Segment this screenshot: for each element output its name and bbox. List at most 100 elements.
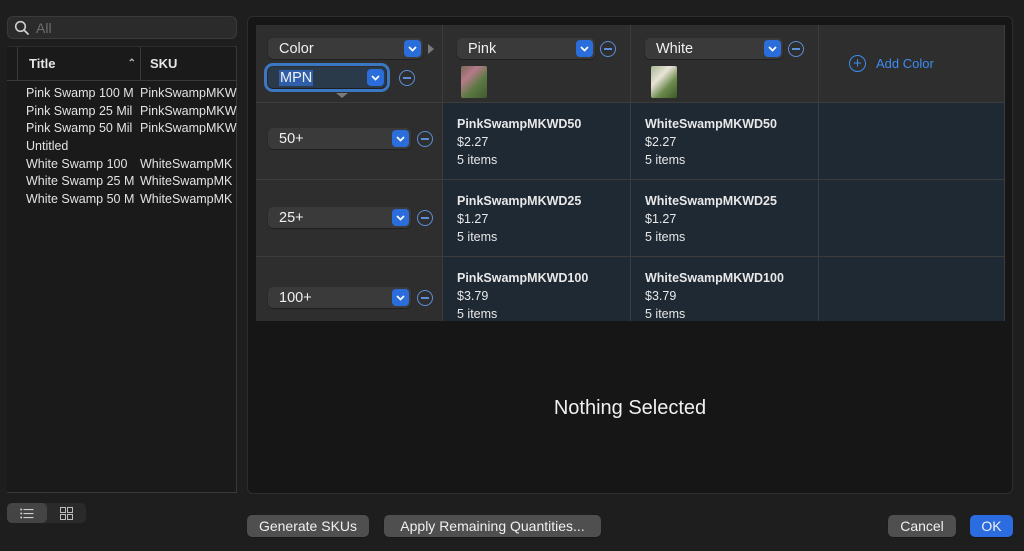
search-icon (14, 20, 29, 35)
generate-skus-button[interactable]: Generate SKUs (247, 515, 369, 537)
mpn-popup[interactable]: 50+ (268, 128, 411, 149)
variant-cell[interactable]: WhiteSwampMKWD100 $3.79 5 items (631, 257, 819, 321)
mpn-popup[interactable]: 100+ (268, 287, 411, 308)
variant-price: $2.27 (645, 135, 677, 149)
color-thumbnail-image[interactable] (461, 66, 487, 98)
plus-circle-icon: + (849, 55, 866, 72)
color-popup-pink[interactable]: Pink (457, 38, 595, 59)
list-item[interactable]: White Swamp 50 M WhiteSwampMK (26, 192, 237, 210)
column-direction-arrow-icon (428, 44, 434, 54)
add-color-button[interactable]: + Add Color (849, 55, 934, 72)
variant-sku: PinkSwampMKWD50 (457, 117, 582, 131)
item-sku: WhiteSwampMK (140, 192, 233, 207)
mpn-label: 50+ (279, 130, 304, 147)
variant-cell[interactable]: PinkSwampMKWD25 $1.27 5 items (443, 180, 631, 257)
list-item[interactable]: Pink Swamp 50 Mil PinkSwampMKW (26, 121, 237, 139)
row-attribute-popup[interactable]: MPN (264, 63, 390, 92)
variant-cell[interactable]: PinkSwampMKWD50 $2.27 5 items (443, 103, 631, 180)
chevron-down-icon (392, 130, 409, 147)
item-list[interactable]: Title ⌃ SKU Pink Swamp 100 M PinkSwampMKW… (7, 46, 237, 493)
column-header-pink: Pink (443, 25, 631, 103)
list-item[interactable]: Untitled (26, 139, 237, 157)
item-title: Pink Swamp 25 Mil (26, 103, 133, 118)
variant-cell[interactable]: WhiteSwampMKWD50 $2.27 5 items (631, 103, 819, 180)
empty-cell (819, 103, 1005, 180)
list-item[interactable]: Pink Swamp 100 M PinkSwampMKW (26, 86, 237, 104)
variant-matrix-panel: Color MPN Pink White + Add Color 50+ Pin… (247, 16, 1013, 494)
variant-sku: WhiteSwampMKWD100 (645, 271, 784, 285)
color-popup-white[interactable]: White (645, 38, 783, 59)
remove-row-button[interactable] (417, 210, 433, 226)
item-title: Untitled (26, 139, 69, 154)
item-title: Pink Swamp 50 Mil (26, 121, 133, 136)
search-field[interactable] (7, 16, 237, 39)
row-attribute-label: MPN (279, 69, 314, 86)
column-header-title-label: Title (29, 56, 56, 71)
view-mode-switch[interactable] (7, 503, 86, 523)
variant-cell[interactable]: PinkSwampMKWD100 $3.79 5 items (443, 257, 631, 321)
color-thumbnail-image[interactable] (651, 66, 677, 98)
remove-row-button[interactable] (417, 131, 433, 147)
remove-row-attribute-button[interactable] (399, 70, 415, 86)
column-header-title[interactable]: Title ⌃ (17, 47, 140, 80)
item-sku: PinkSwampMKW (140, 86, 237, 100)
column-header-white: White (631, 25, 819, 103)
mpn-popup[interactable]: 25+ (268, 207, 411, 228)
empty-cell (819, 180, 1005, 257)
remove-row-button[interactable] (417, 290, 433, 306)
variant-quantity: 5 items (457, 307, 498, 321)
column-header-sku[interactable]: SKU (140, 47, 177, 80)
column-attribute-popup[interactable]: Color (268, 38, 423, 59)
mpn-label: 25+ (279, 209, 304, 226)
add-column-cell: + Add Color (819, 25, 1005, 103)
chevron-down-icon (392, 209, 409, 226)
row-header-cell: 25+ (256, 180, 443, 257)
list-view-button[interactable] (7, 503, 47, 523)
search-input[interactable] (36, 19, 226, 36)
variant-price: $1.27 (645, 212, 677, 226)
item-sku: WhiteSwampMK (140, 174, 233, 189)
item-title: Pink Swamp 100 M (26, 86, 134, 100)
column-header-sku-label: SKU (150, 56, 178, 71)
variant-price: $1.27 (457, 212, 489, 226)
list-item[interactable]: Pink Swamp 25 Mil PinkSwampMKW (26, 104, 237, 122)
list-item[interactable]: White Swamp 100 WhiteSwampMK (26, 157, 237, 175)
list-icon (19, 508, 34, 518)
variant-quantity: 5 items (645, 230, 686, 244)
list-header: Title ⌃ SKU (7, 47, 236, 81)
column-attribute-label: Color (279, 40, 314, 57)
row-header-cell: 50+ (256, 103, 443, 180)
item-title: White Swamp 25 M (26, 174, 134, 189)
item-title: White Swamp 100 (26, 156, 128, 171)
cancel-button[interactable]: Cancel (888, 515, 956, 537)
remove-color-button[interactable] (600, 41, 616, 57)
chevron-down-icon (576, 40, 593, 57)
row-direction-arrow-icon (336, 93, 348, 98)
list-item[interactable]: White Swamp 25 M WhiteSwampMK (26, 174, 237, 192)
grid-icon (59, 506, 73, 520)
grid-view-button[interactable] (47, 503, 87, 523)
variant-grid: Color MPN Pink White + Add Color 50+ Pin… (256, 25, 1005, 321)
variant-price: $2.27 (457, 135, 489, 149)
remove-color-button[interactable] (788, 41, 804, 57)
empty-cell (819, 257, 1005, 321)
chevron-down-icon (392, 289, 409, 306)
item-sku: PinkSwampMKW (140, 103, 237, 118)
detail-empty-label: Nothing Selected (553, 397, 707, 419)
chevron-down-icon (367, 69, 384, 86)
variant-cell[interactable]: WhiteSwampMKWD25 $1.27 5 items (631, 180, 819, 257)
variant-price: $3.79 (457, 289, 489, 303)
list-rows: Pink Swamp 100 M PinkSwampMKW Pink Swamp … (26, 86, 237, 210)
variant-quantity: 5 items (645, 153, 686, 167)
ok-button[interactable]: OK (970, 515, 1013, 537)
add-color-label: Add Color (876, 56, 934, 71)
apply-remaining-quantities-button[interactable]: Apply Remaining Quantities... (384, 515, 601, 537)
variant-quantity: 5 items (645, 307, 686, 321)
variant-quantity: 5 items (457, 230, 498, 244)
mpn-label: 100+ (279, 289, 312, 306)
variant-sku: PinkSwampMKWD100 (457, 271, 589, 285)
item-title: White Swamp 50 M (26, 192, 134, 207)
attribute-header-cell: Color MPN (256, 25, 443, 103)
variant-sku: WhiteSwampMKWD50 (645, 117, 777, 131)
variant-quantity: 5 items (457, 153, 498, 167)
